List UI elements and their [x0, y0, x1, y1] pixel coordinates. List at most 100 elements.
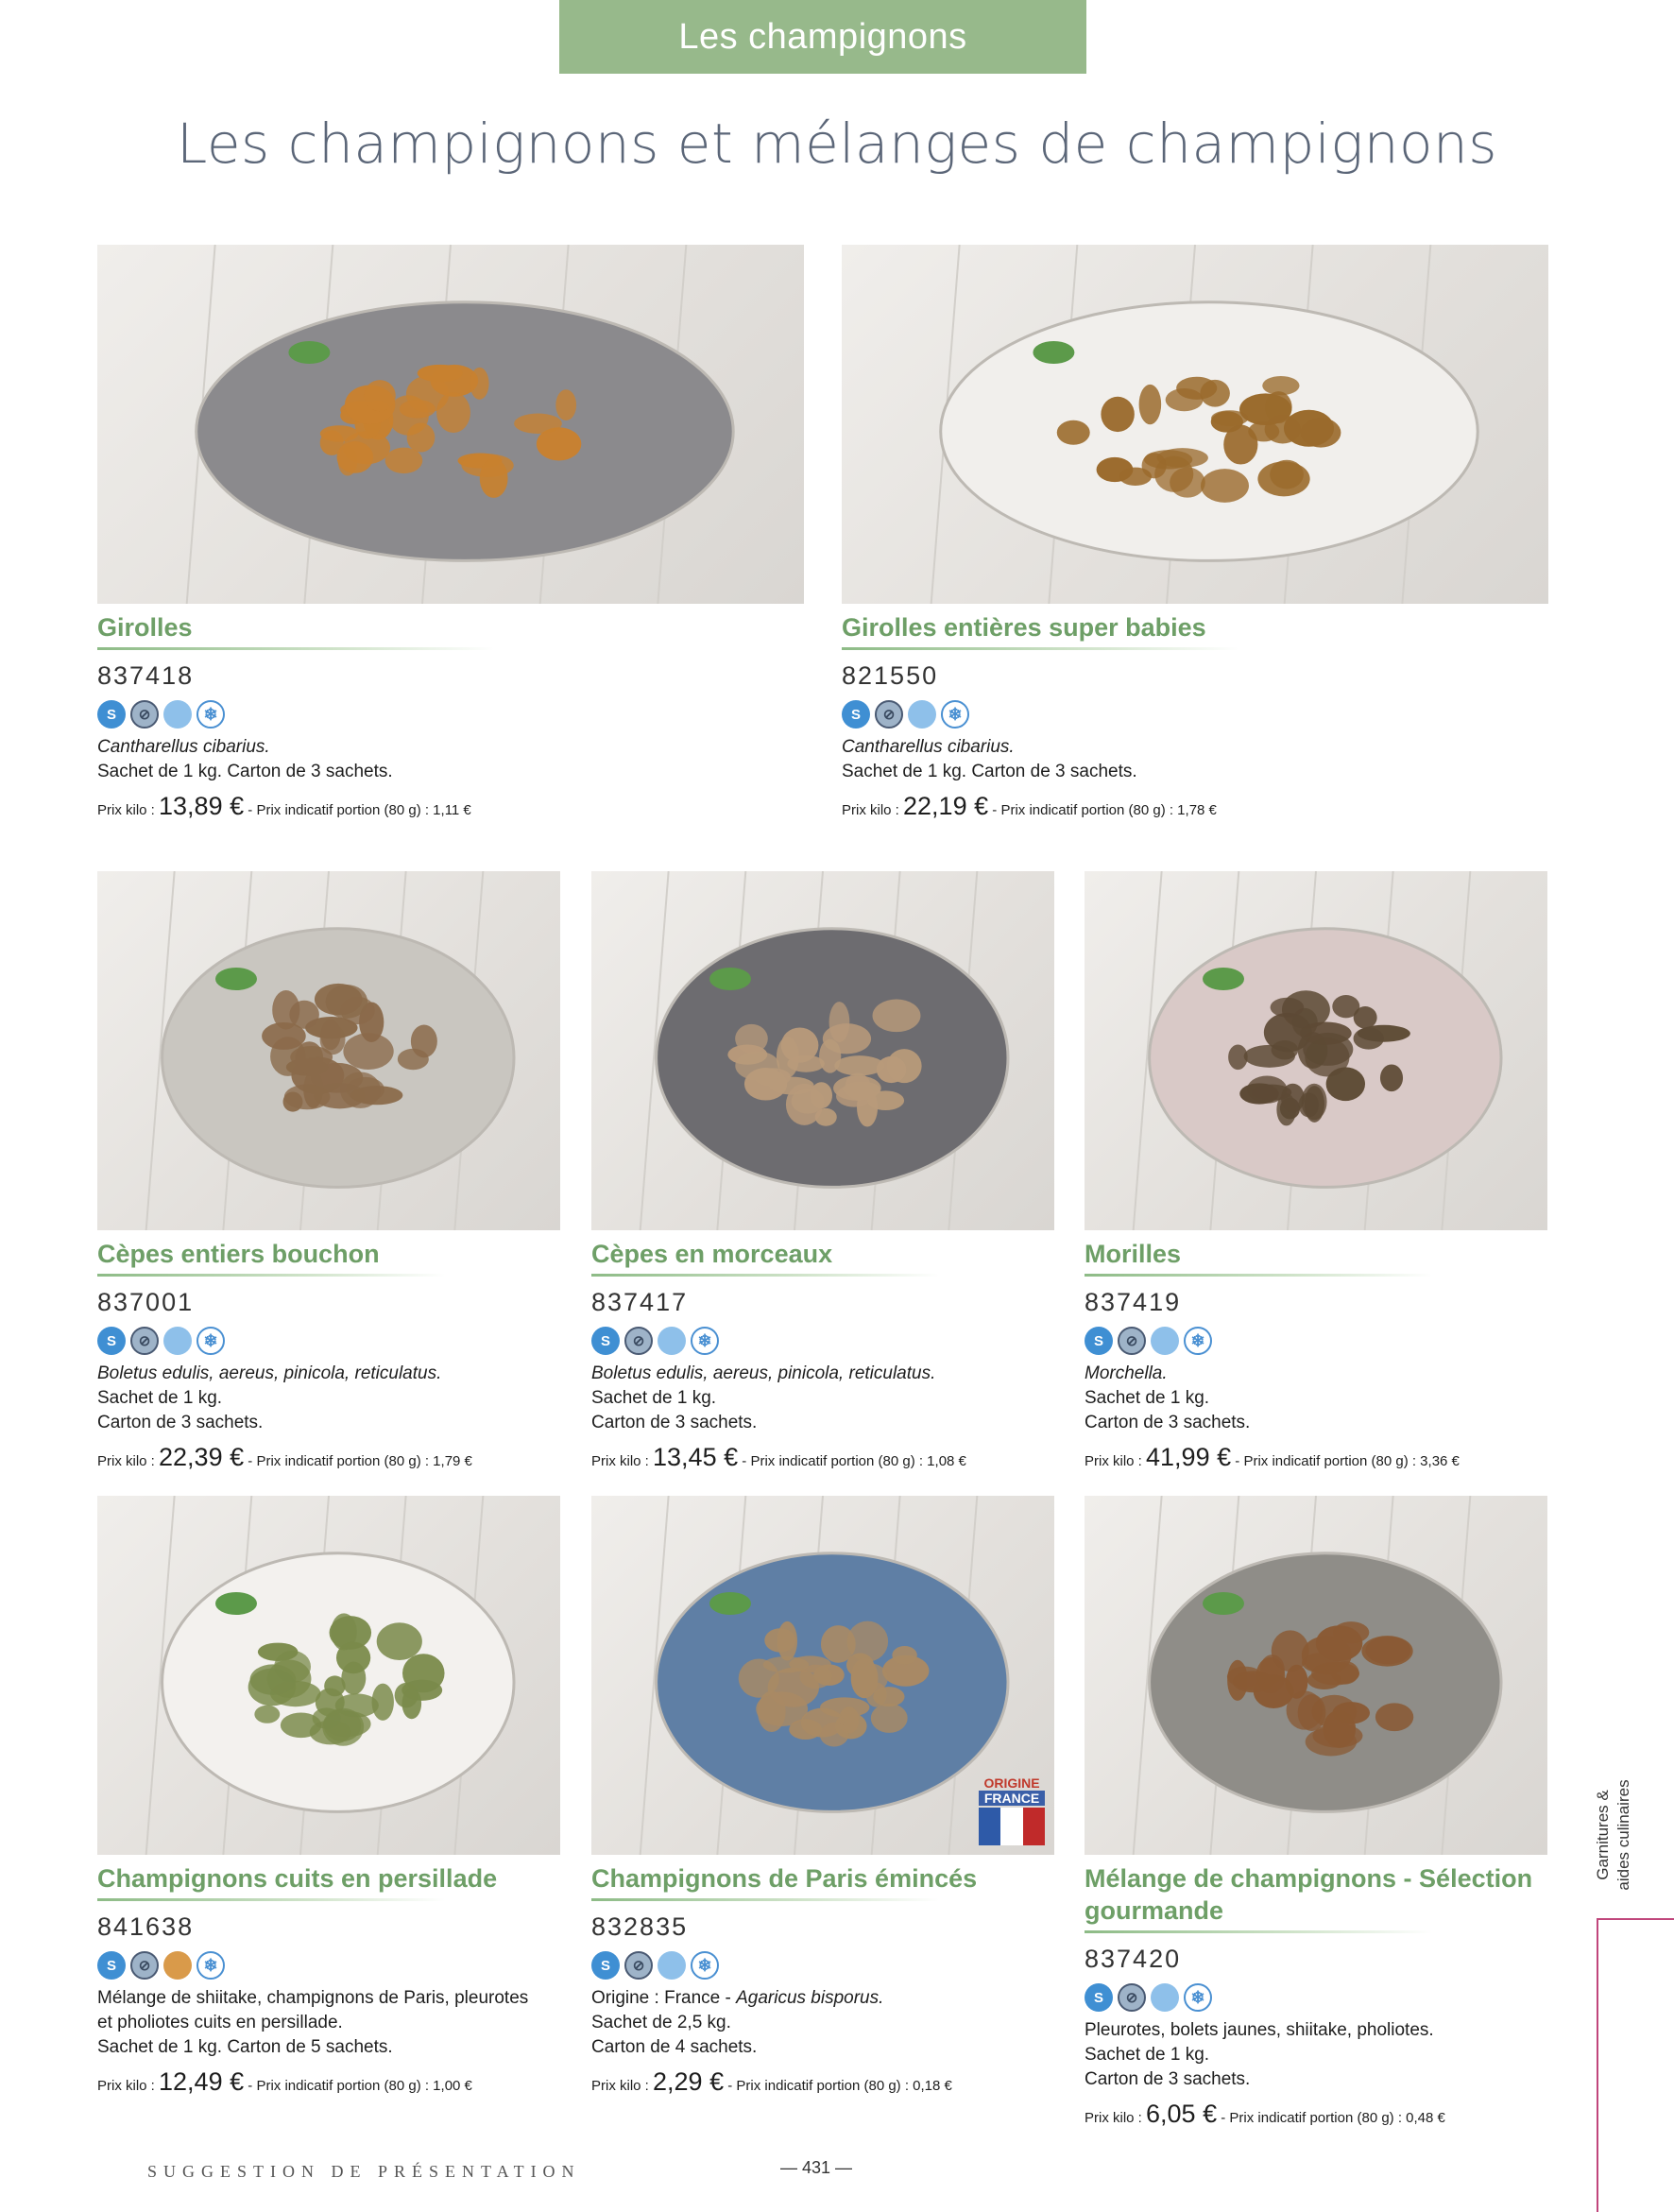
product-name: Champignons de Paris émincés	[591, 1864, 978, 1893]
no-freeze-icon: ⊘	[624, 1327, 653, 1355]
blue-circle-icon	[658, 1951, 686, 1980]
description-line: Sachet de 1 kg.	[97, 1388, 223, 1408]
product-name: Cèpes entiers bouchon	[97, 1240, 380, 1268]
product-name: Morilles	[1085, 1240, 1182, 1268]
product-icons: S ⊘ ❄	[97, 699, 804, 729]
product-photo	[97, 871, 560, 1230]
product-card-morilles: Morilles 837419 S ⊘ ❄ Morchella. Sachet de 1 k…	[1085, 871, 1547, 1472]
snowflake-icon: ❄	[941, 700, 969, 729]
description-line: Pleurotes, bolets jaunes, shiitake, phol…	[1085, 2020, 1434, 2040]
name-underline	[1085, 1930, 1432, 1933]
description-line: Sachet de 2,5 kg.	[591, 2013, 731, 2032]
product-name: Mélange de champignons - Sélection gourm…	[1085, 1864, 1533, 1925]
snowflake-icon: ❄	[1184, 1983, 1212, 2012]
blue-circle-icon	[1151, 1327, 1179, 1355]
product-price: Prix kilo : 22,39 € - Prix indicatif por…	[97, 1443, 472, 1471]
name-underline	[97, 647, 494, 650]
plate-shape	[195, 300, 735, 562]
price-per-kilo: 22,39 €	[159, 1443, 245, 1471]
section-side-label: Garnitures & aides culinaires	[1593, 1759, 1665, 1911]
snowflake-icon: ❄	[1184, 1327, 1212, 1355]
blue-circle-icon	[1151, 1983, 1179, 2012]
blue-circle-icon	[658, 1327, 686, 1355]
description-line: Sachet de 1 kg. Carton de 3 sachets.	[842, 762, 1137, 781]
blue-circle-icon	[908, 700, 936, 729]
s-icon: S	[1085, 1983, 1113, 2012]
section-marker	[1597, 1918, 1674, 2212]
product-icons: S ⊘ ❄	[1085, 1326, 1547, 1356]
product-icons: S ⊘ ❄	[842, 699, 1548, 729]
snowflake-icon: ❄	[691, 1951, 719, 1980]
name-underline	[1085, 1274, 1432, 1277]
product-price: Prix kilo : 13,89 € - Prix indicatif por…	[97, 792, 471, 820]
no-freeze-icon: ⊘	[130, 1951, 159, 1980]
product-code: 837419	[1085, 1288, 1182, 1316]
price-per-kilo: 41,99 €	[1146, 1443, 1232, 1471]
section-tab: Les champignons	[559, 0, 1086, 74]
product-icons: S ⊘ ❄	[97, 1950, 560, 1981]
product-photo	[1085, 1496, 1547, 1855]
s-icon: S	[97, 700, 126, 729]
product-name: Girolles	[97, 613, 193, 642]
no-freeze-icon: ⊘	[875, 700, 903, 729]
product-photo: ORIGINE FRANCE	[591, 1496, 1054, 1855]
s-icon: S	[97, 1951, 126, 1980]
product-description: Mélange de shiitake, champignons de Pari…	[97, 1986, 560, 2060]
description-line: Sachet de 1 kg. Carton de 3 sachets.	[97, 762, 393, 781]
france-flag-icon	[979, 1808, 1045, 1845]
description-line: Sachet de 1 kg.	[1085, 2045, 1210, 2065]
product-description: Boletus edulis, aereus, pinicola, reticu…	[591, 1362, 1054, 1435]
description-line: Carton de 4 sachets.	[591, 2037, 758, 2057]
product-description: Morchella. Sachet de 1 kg. Carton de 3 sac…	[1085, 1362, 1547, 1435]
no-freeze-icon: ⊘	[624, 1951, 653, 1980]
description-line: Morchella.	[1085, 1363, 1168, 1383]
product-photo	[97, 1496, 560, 1855]
description-line: Carton de 3 sachets.	[1085, 2069, 1251, 2089]
page-title: Les champignons et mélanges de champigno…	[177, 111, 1497, 176]
blue-circle-icon	[163, 700, 192, 729]
product-code: 837420	[1085, 1945, 1182, 1973]
side-label-line2: aides culinaires	[1614, 1779, 1632, 1891]
product-code: 821550	[842, 661, 939, 690]
product-card-cepes-morceaux: Cèpes en morceaux 837417 S ⊘ ❄ Boletus edulis…	[591, 871, 1054, 1472]
product-price: Prix kilo : 12,49 € - Prix indicatif por…	[97, 2067, 472, 2096]
blue-circle-icon	[163, 1327, 192, 1355]
no-freeze-icon: ⊘	[130, 700, 159, 729]
product-price: Prix kilo : 41,99 € - Prix indicatif por…	[1085, 1443, 1460, 1471]
snowflake-icon: ❄	[196, 700, 225, 729]
product-icons: S ⊘ ❄	[591, 1326, 1054, 1356]
no-freeze-icon: ⊘	[1118, 1327, 1146, 1355]
product-code: 837001	[97, 1288, 195, 1316]
s-icon: S	[1085, 1327, 1113, 1355]
product-icons: S ⊘ ❄	[591, 1950, 1054, 1981]
description-line: Cantharellus cibarius.	[842, 737, 1015, 757]
description-line: Cantharellus cibarius.	[97, 737, 270, 757]
name-underline	[591, 1274, 939, 1277]
section-tab-label: Les champignons	[678, 16, 967, 57]
description-line: Boletus edulis, aereus, pinicola, reticu…	[97, 1363, 442, 1383]
product-description: Pleurotes, bolets jaunes, shiitake, phol…	[1085, 2018, 1547, 2092]
name-underline	[591, 1898, 939, 1901]
product-description: Boletus edulis, aereus, pinicola, reticu…	[97, 1362, 560, 1435]
price-per-kilo: 2,29 €	[653, 2067, 725, 2096]
product-code: 832835	[591, 1912, 689, 1941]
product-card-paris-emince: ORIGINE FRANCE Champignons de Paris émincé…	[591, 1496, 1054, 2097]
description-line: Boletus edulis, aereus, pinicola, reticu…	[591, 1363, 936, 1383]
price-per-kilo: 6,05 €	[1146, 2100, 1218, 2128]
name-underline	[97, 1274, 445, 1277]
price-per-kilo: 22,19 €	[903, 792, 989, 820]
description-line: Sachet de 1 kg. Carton de 5 sachets.	[97, 2037, 393, 2057]
product-card-girolles: Girolles 837418 S ⊘ ❄ Cantharellus cibarius. S…	[97, 245, 804, 821]
price-per-kilo: 13,45 €	[653, 1443, 739, 1471]
suggestion-caption: SUGGESTION DE PRÉSENTATION	[147, 2162, 581, 2181]
badge-line1: ORIGINE	[983, 1775, 1040, 1791]
s-icon: S	[591, 1951, 620, 1980]
product-card-girolles-super-babies: Girolles entières super babies 821550 S ⊘ ❄ C…	[842, 245, 1548, 821]
product-card-persillade: Champignons cuits en persillade 841638 S ⊘ ❄…	[97, 1496, 560, 2097]
product-description: Origine : France - Agaricus bisporus. Sac…	[591, 1986, 1054, 2060]
name-underline	[97, 1898, 445, 1901]
product-name: Girolles entières super babies	[842, 613, 1206, 642]
product-price: Prix kilo : 6,05 € - Prix indicatif port…	[1085, 2100, 1445, 2128]
price-per-kilo: 13,89 €	[159, 792, 245, 820]
product-icons: S ⊘ ❄	[97, 1326, 560, 1356]
